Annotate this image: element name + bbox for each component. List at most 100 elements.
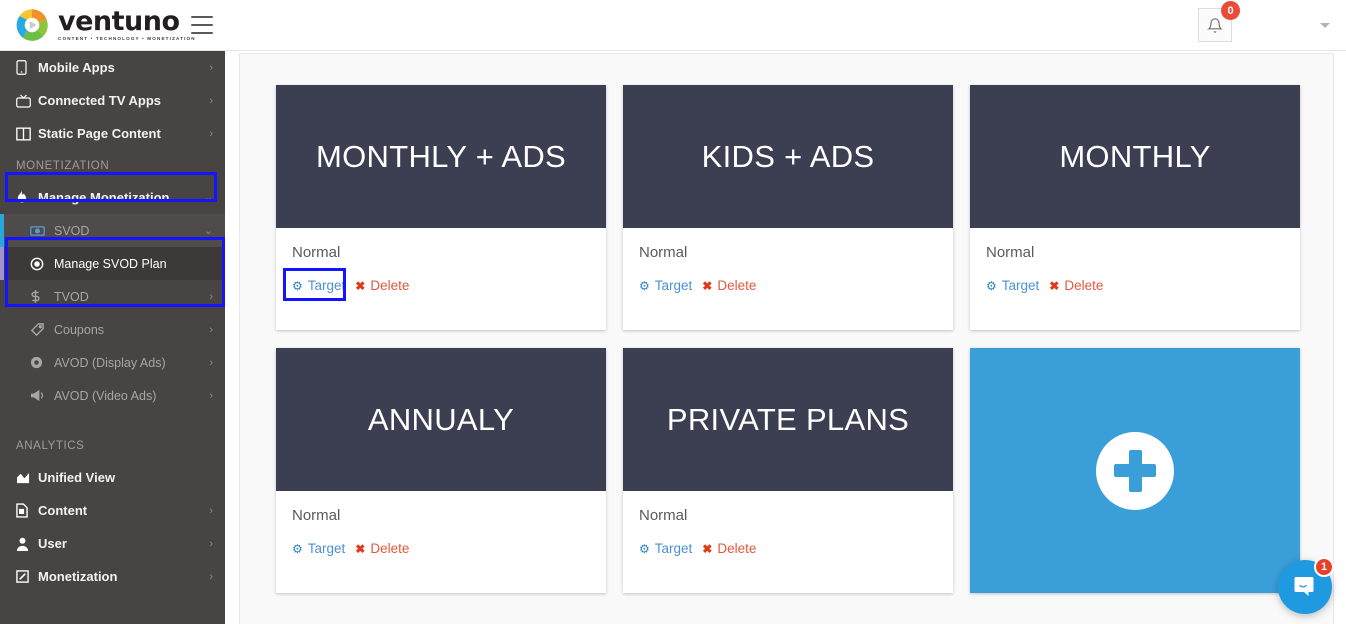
chevron-right-icon: ›	[209, 570, 213, 583]
sidebar-item-manage-monetization[interactable]: Manage Monetization ⌄	[0, 181, 225, 214]
target-link[interactable]: ⚙ Target	[986, 278, 1039, 293]
plan-status: Normal	[292, 244, 341, 261]
main-content: MONTHLY + ADS Normal ⚙ Target ✖ Delete K…	[225, 51, 1346, 624]
plan-title: MONTHLY + ADS	[316, 138, 566, 174]
sidebar-item-label: Monetization	[38, 569, 118, 584]
money-icon	[30, 225, 54, 236]
chevron-right-icon: ›	[209, 537, 213, 550]
delete-link[interactable]: ✖ Delete	[355, 541, 409, 556]
plan-card-header: MONTHLY	[970, 85, 1300, 228]
bell-icon	[1207, 17, 1223, 33]
active-accent-bar	[0, 247, 4, 280]
sidebar-item-label: Static Page Content	[38, 126, 161, 141]
plans-grid: MONTHLY + ADS Normal ⚙ Target ✖ Delete K…	[276, 85, 1306, 593]
plan-status: Normal	[986, 244, 1035, 261]
add-plan-card[interactable]	[970, 348, 1300, 593]
plan-card-body: Normal ⚙ Target ✖ Delete	[276, 228, 606, 330]
sidebar-item-svod[interactable]: SVOD ⌄	[0, 214, 225, 247]
sidebar-item-user[interactable]: User ›	[0, 527, 225, 560]
profile-caret-down-icon[interactable]	[1320, 22, 1330, 28]
delete-label: Delete	[370, 278, 410, 293]
plan-card-body: Normal ⚙ Target ✖ Delete	[623, 228, 953, 330]
chevron-right-icon: ›	[209, 356, 213, 369]
chevron-right-icon: ›	[209, 504, 213, 517]
sidebar-item-unified-view[interactable]: Unified View	[0, 461, 225, 494]
record-icon	[30, 257, 54, 271]
plan-status: Normal	[292, 507, 341, 524]
sidebar-item-static-page-content[interactable]: Static Page Content ›	[0, 117, 225, 150]
plan-title: KIDS + ADS	[701, 138, 875, 174]
plan-actions: ⚙ Target ✖ Delete	[986, 278, 1284, 293]
plan-card[interactable]: PRIVATE PLANS Normal ⚙ Target ✖ Delete	[623, 348, 953, 593]
chat-launcher-button[interactable]: 1	[1278, 557, 1334, 614]
chevron-right-icon: ›	[209, 61, 213, 74]
sidebar-item-manage-svod-plan[interactable]: Manage SVOD Plan	[0, 247, 225, 280]
delete-link[interactable]: ✖ Delete	[702, 541, 756, 556]
delete-link[interactable]: ✖ Delete	[355, 278, 409, 293]
chat-bubble-icon	[1294, 577, 1314, 596]
menu-toggle-icon[interactable]	[191, 16, 213, 34]
sidebar-item-coupons[interactable]: Coupons ›	[0, 313, 225, 346]
target-label: Target	[307, 278, 346, 293]
delete-link[interactable]: ✖ Delete	[1049, 278, 1103, 293]
sidebar-item-monetization-analytics[interactable]: Monetization ›	[0, 560, 225, 593]
file-icon	[16, 503, 38, 518]
content-panel: MONTHLY + ADS Normal ⚙ Target ✖ Delete K…	[239, 53, 1334, 624]
target-label: Target	[654, 541, 693, 556]
brand-logo[interactable]: ventuno CONTENT • TECHNOLOGY • MONETIZAT…	[0, 0, 195, 51]
sidebar-item-label: Connected TV Apps	[38, 93, 162, 108]
chevron-down-icon: ⌄	[203, 192, 213, 204]
sidebar-item-label: AVOD (Display Ads)	[54, 355, 166, 370]
gear-icon: ⚙	[639, 278, 650, 293]
plan-card-body: Normal ⚙ Target ✖ Delete	[276, 491, 606, 593]
plan-card-header: MONTHLY + ADS	[276, 85, 606, 228]
target-label: Target	[307, 541, 346, 556]
notification-badge: 0	[1221, 1, 1240, 20]
sidebar-item-tvod[interactable]: TVOD ›	[0, 280, 225, 313]
sidebar-item-connected-tv-apps[interactable]: Connected TV Apps ›	[0, 84, 225, 117]
target-link[interactable]: ⚙ Target	[639, 278, 692, 293]
plan-card[interactable]: MONTHLY Normal ⚙ Target ✖ Delete	[970, 85, 1300, 330]
plan-card-header: ANNUALY	[276, 348, 606, 491]
sidebar-item-avod-display-ads[interactable]: AVOD (Display Ads) ›	[0, 346, 225, 379]
plan-actions: ⚙ Target ✖ Delete	[292, 278, 590, 293]
close-icon: ✖	[355, 278, 366, 293]
sidebar-item-mobile-apps[interactable]: Mobile Apps ›	[0, 51, 225, 84]
megaphone-icon	[30, 389, 54, 402]
sidebar-item-label: Mobile Apps	[38, 60, 115, 75]
plan-card[interactable]: MONTHLY + ADS Normal ⚙ Target ✖ Delete	[276, 85, 606, 330]
plan-card[interactable]: ANNUALY Normal ⚙ Target ✖ Delete	[276, 348, 606, 593]
plan-title: PRIVATE PLANS	[666, 401, 910, 437]
delete-label: Delete	[370, 541, 410, 556]
close-icon: ✖	[355, 541, 366, 556]
delete-link[interactable]: ✖ Delete	[702, 278, 756, 293]
brand-name: ventuno	[58, 6, 180, 38]
gear-icon: ⚙	[292, 541, 303, 556]
mobile-icon	[16, 60, 38, 75]
chevron-right-icon: ›	[209, 323, 213, 336]
sidebar-item-avod-video-ads[interactable]: AVOD (Video Ads) ›	[0, 379, 225, 412]
sidebar-item-label: User	[38, 536, 67, 551]
close-icon: ✖	[1049, 278, 1060, 293]
app-root: ventuno CONTENT • TECHNOLOGY • MONETIZAT…	[0, 0, 1346, 624]
target-label: Target	[1001, 278, 1040, 293]
target-link[interactable]: ⚙ Target	[292, 541, 345, 556]
active-accent-bar	[0, 214, 4, 247]
delete-label: Delete	[717, 541, 757, 556]
sidebar-item-label: Manage Monetization	[38, 190, 170, 205]
target-link[interactable]: ⚙ Target	[639, 541, 692, 556]
sidebar-item-label: Unified View	[38, 470, 116, 485]
plan-card-body: Normal ⚙ Target ✖ Delete	[623, 491, 953, 593]
plus-icon	[1096, 431, 1174, 510]
notifications-button[interactable]: 0	[1198, 1, 1240, 42]
plan-card-header: KIDS + ADS	[623, 85, 953, 228]
plan-status: Normal	[639, 244, 688, 261]
plan-card[interactable]: KIDS + ADS Normal ⚙ Target ✖ Delete	[623, 85, 953, 330]
close-icon: ✖	[702, 541, 713, 556]
delete-label: Delete	[717, 278, 757, 293]
ventuno-logo-icon	[16, 9, 48, 41]
sidebar-item-content[interactable]: Content ›	[0, 494, 225, 527]
target-link[interactable]: ⚙ Target	[292, 278, 345, 293]
chart-icon	[16, 471, 38, 484]
delete-label: Delete	[1064, 278, 1104, 293]
